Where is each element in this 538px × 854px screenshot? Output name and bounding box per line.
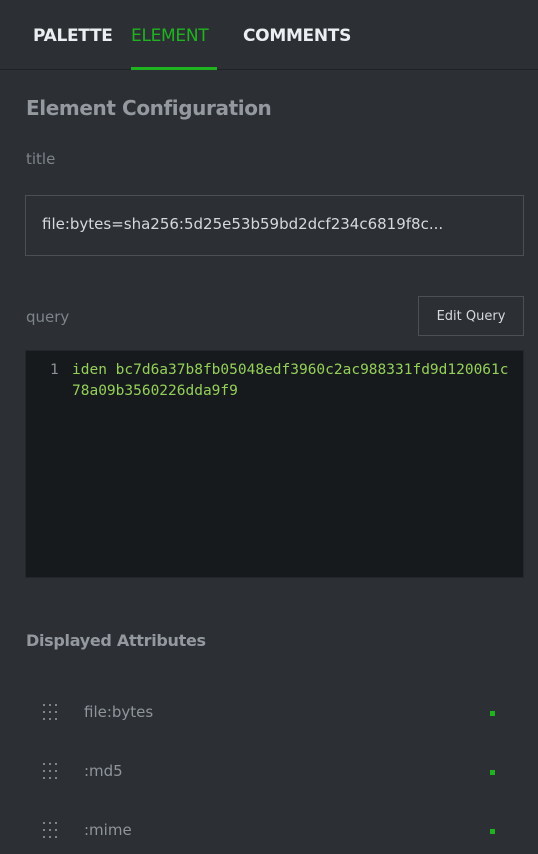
edit-query-button[interactable]: Edit Query	[418, 296, 524, 336]
title-label: title	[26, 150, 56, 168]
drag-handle-icon[interactable]	[43, 821, 57, 839]
attribute-label: file:bytes	[84, 703, 154, 721]
enabled-indicator[interactable]	[490, 770, 495, 775]
tab-palette[interactable]: PALETTE	[33, 26, 113, 46]
drag-handle-icon[interactable]	[43, 703, 57, 721]
query-editor[interactable]: 1 iden bc7d6a37b8fb05048edf3960c2ac98833…	[25, 350, 524, 578]
attribute-label: :mime	[84, 821, 132, 839]
element-configuration-heading: Element Configuration	[26, 96, 272, 120]
tab-comments[interactable]: COMMENTS	[243, 26, 351, 46]
enabled-indicator[interactable]	[490, 711, 495, 716]
displayed-attributes-heading: Displayed Attributes	[26, 631, 206, 650]
attribute-row-md5[interactable]: :md5	[0, 752, 538, 792]
active-tab-indicator	[131, 67, 217, 70]
drag-handle-icon[interactable]	[43, 762, 57, 780]
attribute-label: :md5	[84, 762, 123, 780]
tab-element[interactable]: ELEMENT	[131, 26, 209, 46]
title-field[interactable]: file:bytes=sha256:5d25e53b59bd2dcf234c68…	[25, 195, 524, 256]
attribute-row-mime[interactable]: :mime	[0, 811, 538, 851]
attribute-row-file-bytes[interactable]: file:bytes	[0, 693, 538, 733]
query-label: query	[26, 308, 70, 326]
enabled-indicator[interactable]	[490, 829, 495, 834]
line-number: 1	[50, 362, 59, 378]
tab-bar: PALETTE ELEMENT COMMENTS	[0, 0, 538, 70]
query-code[interactable]: iden bc7d6a37b8fb05048edf3960c2ac988331f…	[72, 360, 517, 402]
